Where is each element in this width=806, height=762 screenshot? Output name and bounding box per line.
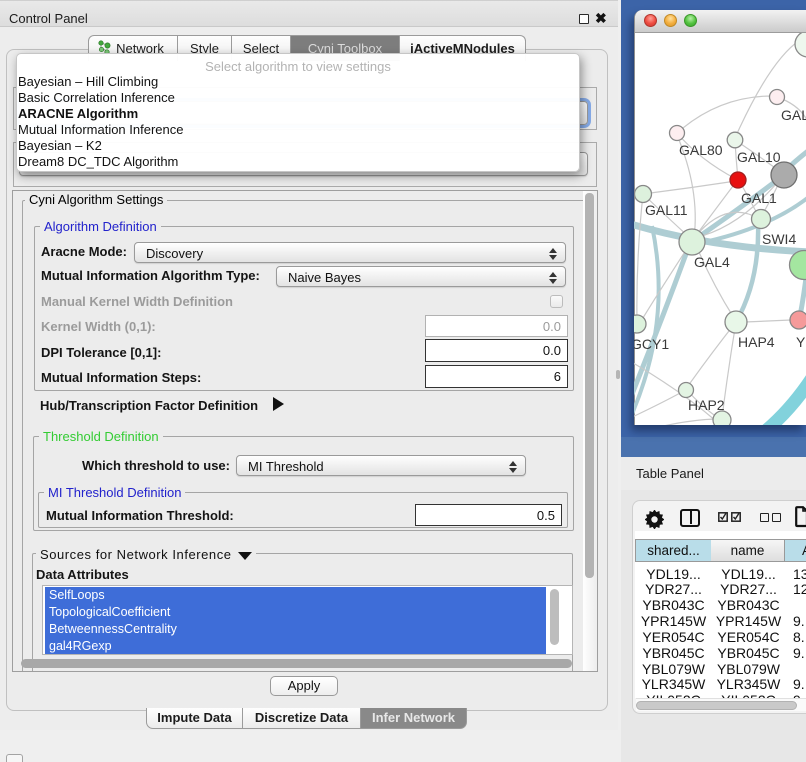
svg-text:SWI4: SWI4 — [762, 231, 796, 247]
svg-text:GCY1: GCY1 — [634, 336, 669, 352]
svg-text:GAL4: GAL4 — [694, 254, 730, 270]
svg-text:GAL10: GAL10 — [737, 149, 781, 165]
svg-text:HAP4: HAP4 — [738, 334, 775, 350]
svg-text:GAL: GAL — [781, 107, 806, 123]
svg-text:GAL80: GAL80 — [679, 142, 723, 158]
svg-text:GAL1: GAL1 — [741, 190, 777, 206]
svg-text:HAP2: HAP2 — [688, 397, 725, 413]
svg-text:Y: Y — [796, 334, 806, 350]
svg-text:GAL11: GAL11 — [645, 202, 688, 218]
